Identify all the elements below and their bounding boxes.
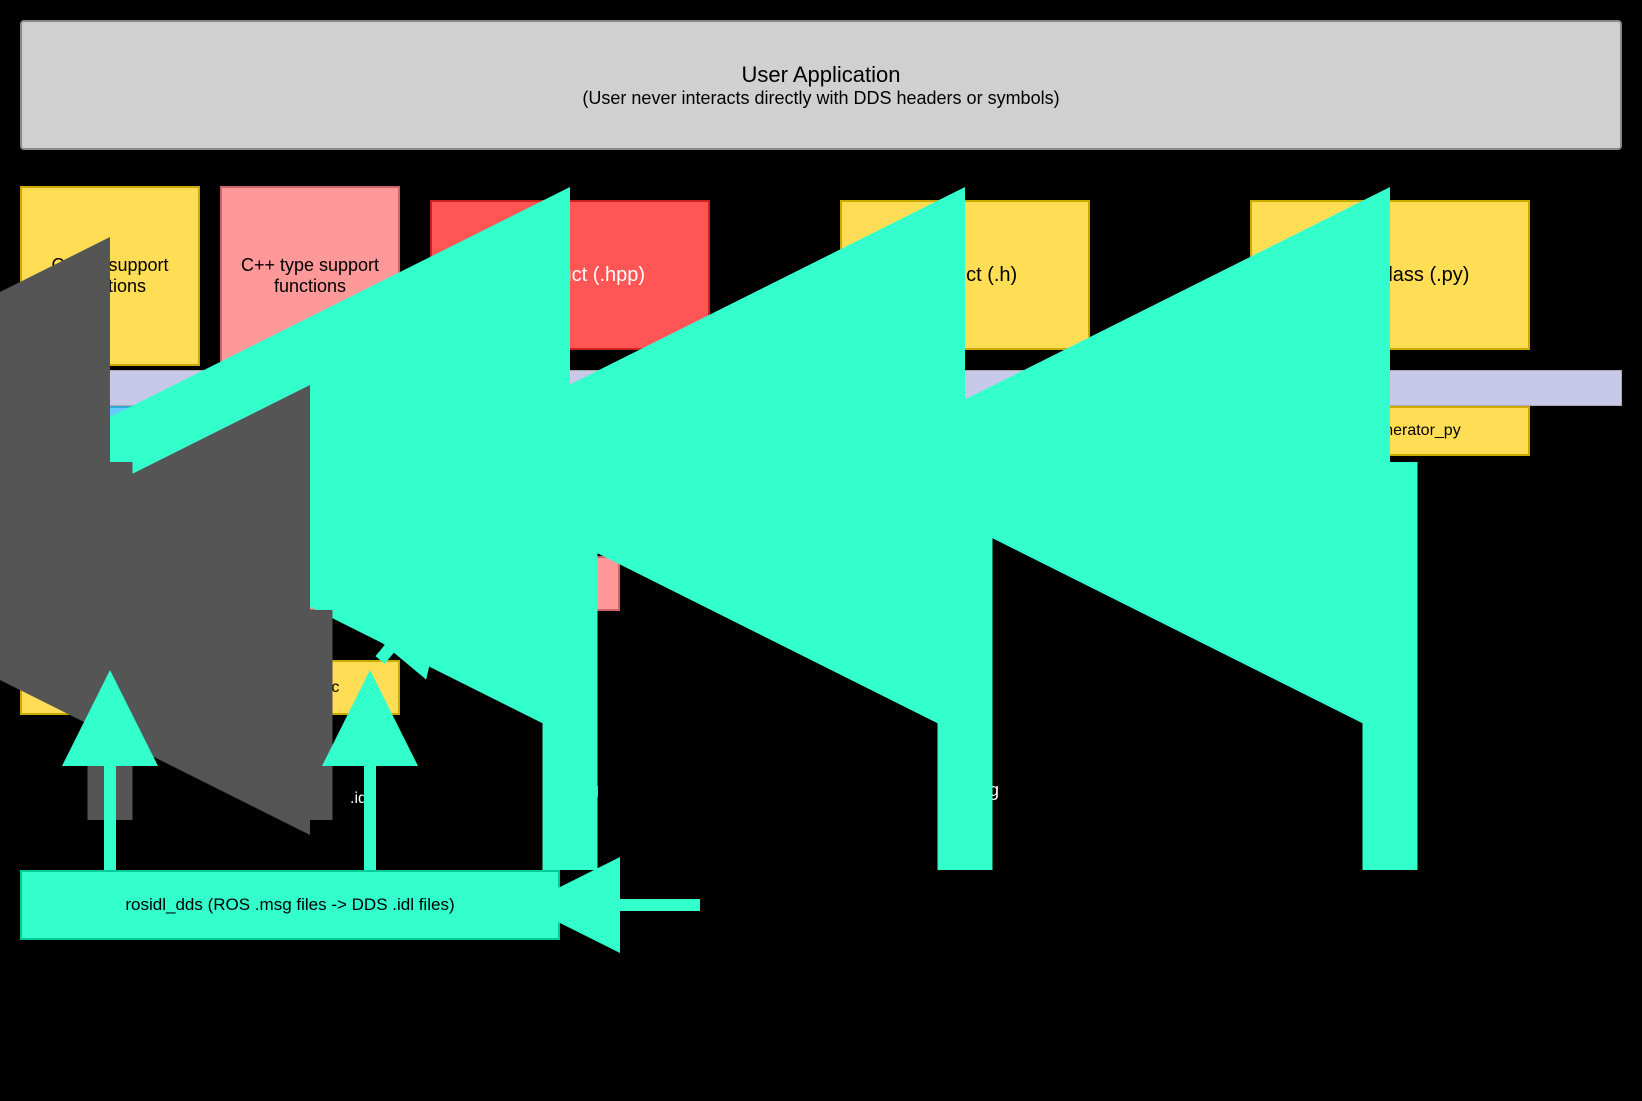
- idl-label-1: .idl: [95, 790, 115, 808]
- idl-label-2: .idl: [350, 790, 370, 808]
- c-struct-box: C struct (.h): [840, 200, 1090, 350]
- msg-label-2: .msg: [960, 780, 999, 801]
- cpp-type-support-box: C++ type support functions: [220, 186, 400, 366]
- generator-c-label: rosidl_generator_c: [899, 422, 1032, 440]
- diagram-container: User Application (User never interacts d…: [0, 0, 1642, 1101]
- c-type-support-box: C type support functions: [20, 186, 200, 366]
- cpp-struct-label: C++ struct (.hpp): [495, 264, 645, 287]
- typesupport-cpp-label: rosidl_typesupport_<dds_vendor>_cpp: [282, 575, 559, 593]
- c-type-support-label: C type support functions: [30, 255, 190, 297]
- c-struct-label: C struct (.h): [913, 264, 1017, 287]
- generator-cpp-label: rosidl_generator_cpp: [495, 422, 645, 440]
- generator-py-label: rosidl_generator_py: [1319, 422, 1460, 440]
- msg-label-1: .msg: [560, 780, 599, 801]
- typesupport-c-box: rosidl_typesupport_<dds_vendor>_c: [20, 660, 400, 715]
- arrow-typesupport-c-to-cpp: [380, 612, 420, 660]
- typesupport-cpp-box: rosidl_typesupport_<dds_vendor>_cpp: [220, 556, 620, 611]
- python-class-label: Python class (.py): [1311, 264, 1470, 287]
- rosidl-dds-label: rosidl_dds (ROS .msg files -> DDS .idl f…: [125, 895, 454, 915]
- dds-vendor-box: DDS Vendor Specific Funcs.: [20, 406, 350, 456]
- cpp-struct-box: C++ struct (.hpp): [430, 200, 710, 350]
- generator-c-box: rosidl_generator_c: [840, 406, 1090, 456]
- typesupport-c-label: rosidl_typesupport_<dds_vendor>_c: [81, 679, 340, 697]
- for-each-msg-label: For each .msg: [763, 378, 878, 399]
- rosidl-dds-box: rosidl_dds (ROS .msg files -> DDS .idl f…: [20, 870, 560, 940]
- python-class-box: Python class (.py): [1250, 200, 1530, 350]
- cpp-type-support-label: C++ type support functions: [230, 255, 390, 297]
- generator-py-box: rosidl_generator_py: [1250, 406, 1530, 456]
- generator-cpp-box: rosidl_generator_cpp: [430, 406, 710, 456]
- user-app-box: User Application (User never interacts d…: [20, 20, 1622, 150]
- for-each-msg-banner: For each .msg: [20, 370, 1622, 406]
- msg-label-3: .msg: [1370, 780, 1409, 801]
- dds-vendor-label: DDS Vendor Specific Funcs.: [78, 421, 292, 441]
- user-app-title: User Application: [742, 62, 901, 88]
- user-app-subtitle: (User never interacts directly with DDS …: [582, 88, 1059, 109]
